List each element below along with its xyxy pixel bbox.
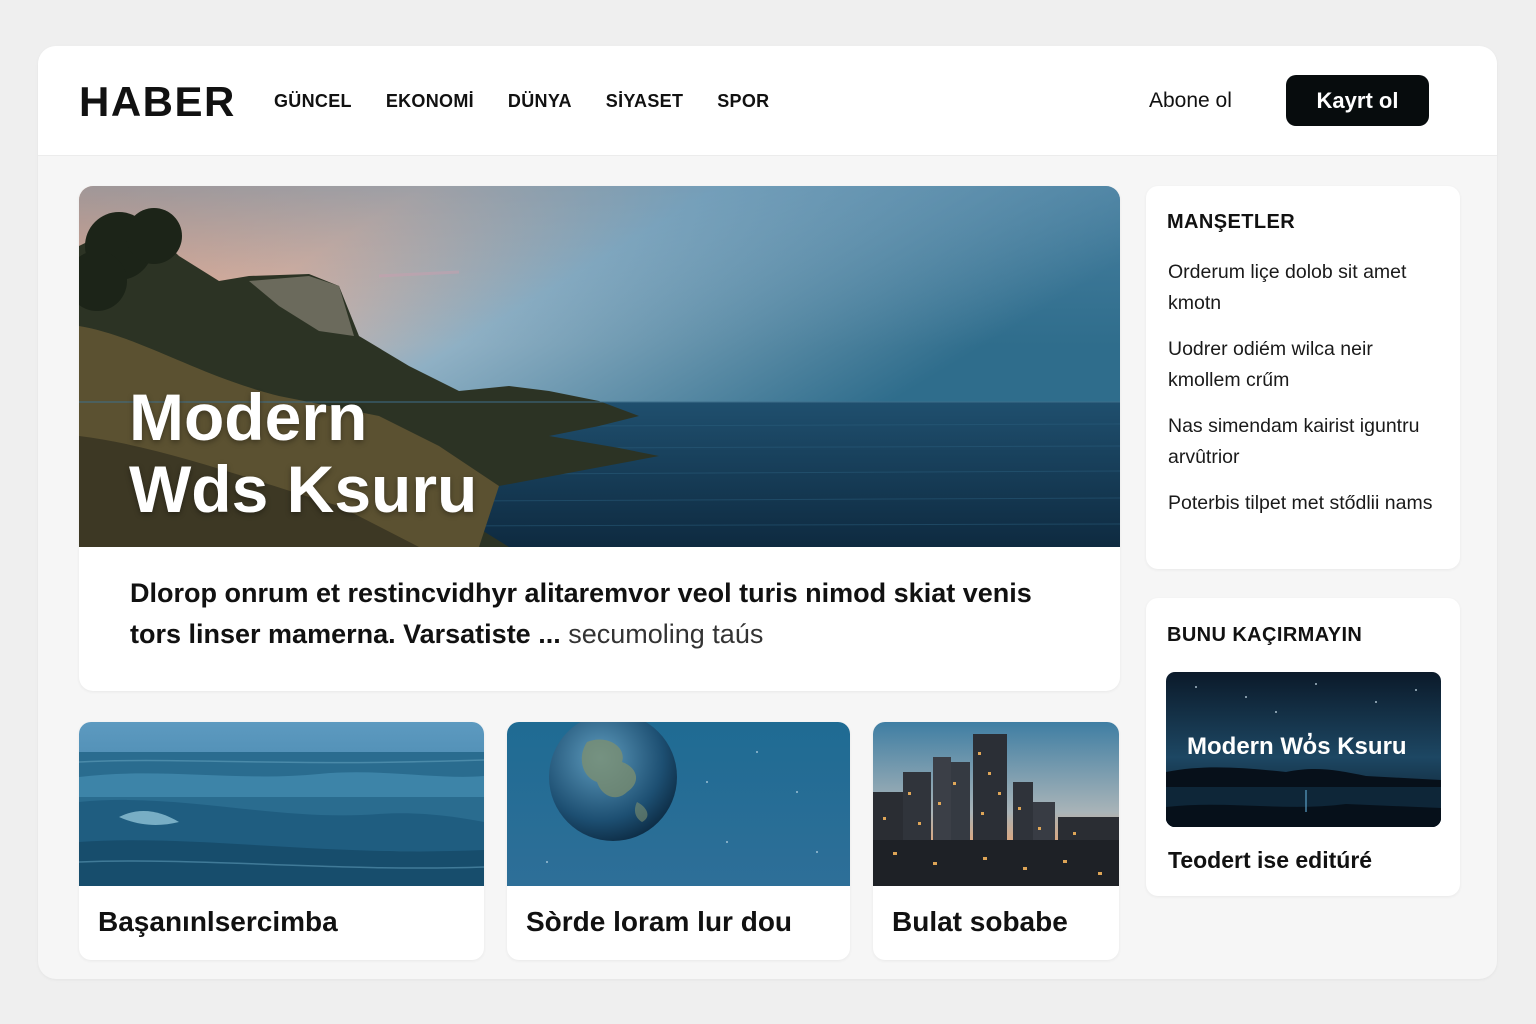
promo-caption[interactable]: Teodert ise editúré [1168,845,1372,875]
city-skyline-image [873,722,1119,886]
headline-item[interactable]: Uodrer odiém wilca neir kmollem crűm [1168,334,1443,396]
headlines-list: Orderum liçe dolob sit amet kmotn Uodrer… [1168,257,1443,534]
dont-miss-heading: BUNU KAÇIRMAYIN [1167,624,1363,646]
nav-item-siyaset[interactable]: SİYASET [606,90,683,112]
hero-article[interactable]: Modern Wds Ksuru Dlorop onrum et restinc… [79,186,1120,691]
hero-title-line-2: Wds Ksuru [129,452,478,526]
app-frame: HABER GÜNCEL EKONOMİ DÜNYA SİYASET SPOR … [38,46,1497,979]
subscribe-link[interactable]: Abone ol [1149,89,1232,113]
nav-item-ekonomi[interactable]: EKONOMİ [386,90,474,112]
earth-image [507,722,850,886]
promo-image[interactable]: Modern Wo̓s Ksuru [1166,672,1441,827]
hero-title[interactable]: Modern Wds Ksuru [129,381,729,525]
promo-image-title: Modern Wo̓s Ksuru [1187,733,1407,760]
read-more-link[interactable]: secumoling taús [568,619,763,649]
headlines-panel: MANŞETLER Orderum liçe dolob sit amet km… [1146,186,1460,569]
headlines-heading: MANŞETLER [1167,211,1296,233]
headline-item[interactable]: Orderum liçe dolob sit amet kmotn [1168,257,1443,319]
nav-item-dunya[interactable]: DÜNYA [508,90,572,112]
article-card-city[interactable]: Bulat sobabe [873,722,1119,960]
site-header: HABER GÜNCEL EKONOMİ DÜNYA SİYASET SPOR … [38,46,1497,156]
article-card-ocean[interactable]: Başanınlsercimba [79,722,484,960]
register-button[interactable]: Kayrt ol [1286,75,1429,126]
nav-item-spor[interactable]: SPOR [717,90,769,112]
headline-item[interactable]: Nas simendam kairist iguntru arvûtrior [1168,411,1443,473]
headline-item[interactable]: Poterbis tilpet met stődlii nams [1168,488,1443,519]
ocean-wave-image [79,722,484,886]
nav-item-guncel[interactable]: GÜNCEL [274,90,352,112]
hero-title-line-1: Modern [129,380,368,454]
site-logo[interactable]: HABER [79,80,236,124]
article-card-title: Başanınlsercimba [98,906,338,937]
dont-miss-panel: BUNU KAÇIRMAYIN Modern Wo̓s Ksuru Teoder… [1146,598,1460,896]
article-card-earth[interactable]: Sòrde loram lur dou [507,722,850,960]
main-nav: GÜNCEL EKONOMİ DÜNYA SİYASET SPOR [274,90,803,112]
article-card-title: Sòrde loram lur dou [526,906,793,937]
article-card-title: Bulat sobabe [892,906,1068,937]
hero-excerpt: Dlorop onrum et restincvidhyr alitaremvo… [130,573,1050,655]
